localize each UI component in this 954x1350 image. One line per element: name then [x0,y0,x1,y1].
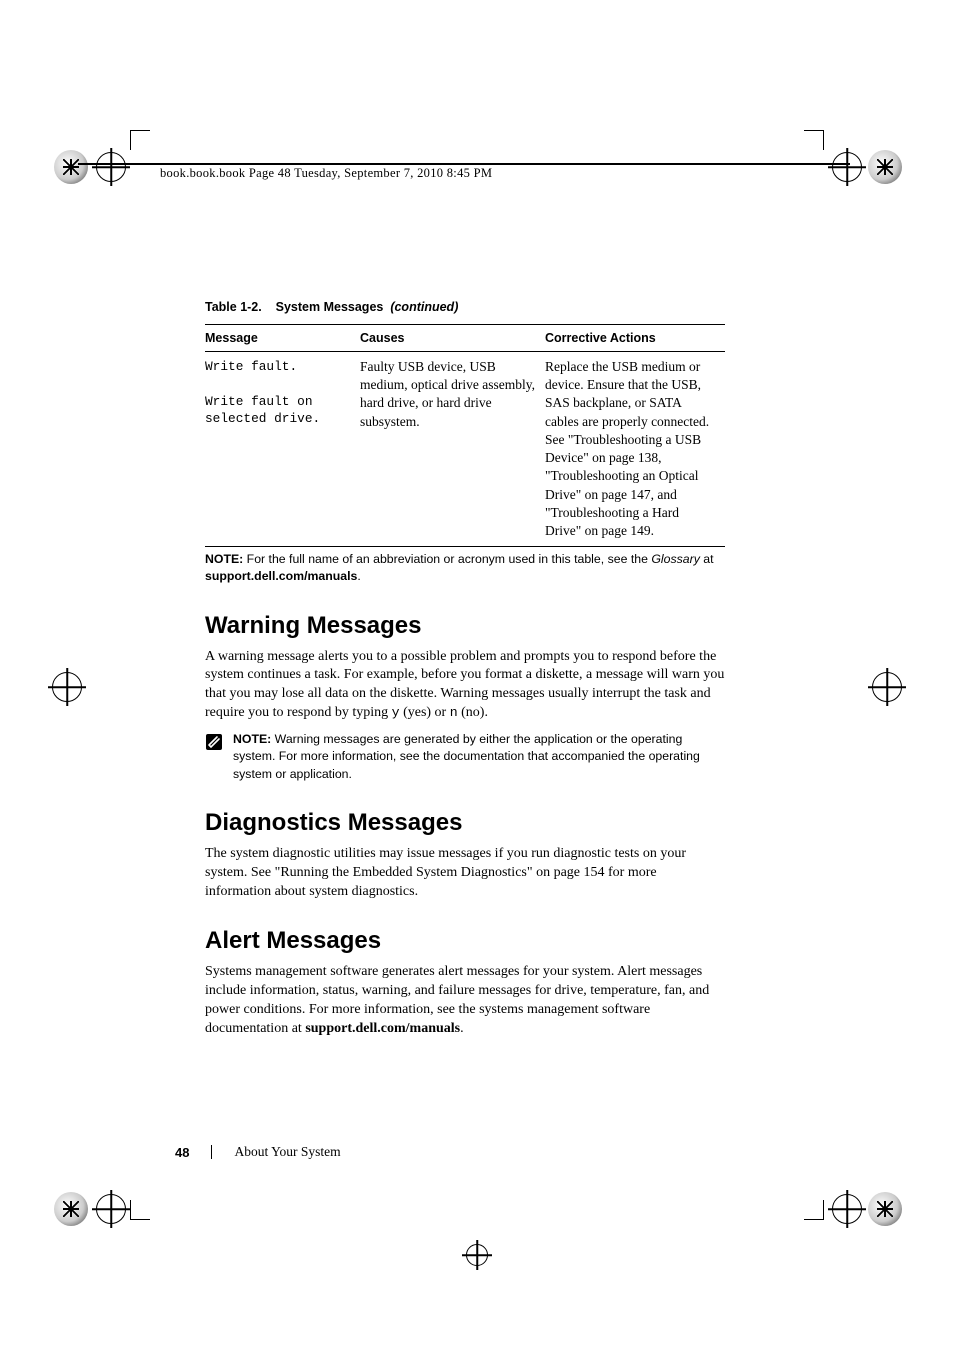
col-corrective: Corrective Actions [545,325,725,352]
page-content: Table 1-2. System Messages (continued) M… [205,300,725,1045]
register-mark-bottom-left [54,1192,88,1226]
heading-alert-messages: Alert Messages [205,927,725,955]
crosshair-bottom-center [462,1240,492,1270]
footer-divider [211,1145,212,1159]
header-rule [78,163,850,165]
alert-body: Systems management software generates al… [205,963,725,1039]
register-mark-top-left [54,150,88,184]
footer-section-name: About Your System [234,1144,340,1160]
register-mark-bottom-right [868,1192,902,1226]
col-message: Message [205,325,360,352]
table-row: Write fault. Write fault on selected dri… [205,352,725,547]
page-number: 48 [175,1145,189,1160]
warning-note: NOTE: Warning messages are generated by … [205,731,725,783]
warning-note-text: NOTE: Warning messages are generated by … [233,731,725,783]
message-cell: Write fault. Write fault on selected dri… [205,352,360,547]
page-runner: book.book.book Page 48 Tuesday, Septembe… [160,166,492,181]
causes-cell: Faulty USB device, USB medium, optical d… [360,352,545,547]
crosshair-right [872,672,902,702]
crosshair-bottom-left [96,1194,126,1224]
table-caption-number: Table 1-2. [205,300,262,314]
system-messages-table: Message Causes Corrective Actions Write … [205,324,725,547]
crosshair-bottom-right [832,1194,862,1224]
corrective-cell: Replace the USB medium or device. Ensure… [545,352,725,547]
crosshair-left [52,672,82,702]
table-caption-continued: (continued) [387,300,459,314]
warning-body: A warning message alerts you to a possib… [205,648,725,724]
heading-warning-messages: Warning Messages [205,612,725,640]
register-mark-top-right [868,150,902,184]
col-causes: Causes [360,325,545,352]
table-footnote: NOTE: For the full name of an abbreviati… [205,551,725,585]
crosshair-top-left [96,152,126,182]
page-footer: 48 About Your System [175,1144,341,1160]
heading-diagnostics-messages: Diagnostics Messages [205,809,725,837]
crosshair-top-right [832,152,862,182]
table-caption: Table 1-2. System Messages (continued) [205,300,725,314]
diagnostics-body: The system diagnostic utilities may issu… [205,845,725,902]
note-icon [205,733,223,751]
table-caption-title: System Messages [276,300,384,314]
note-label: NOTE: [205,552,243,566]
